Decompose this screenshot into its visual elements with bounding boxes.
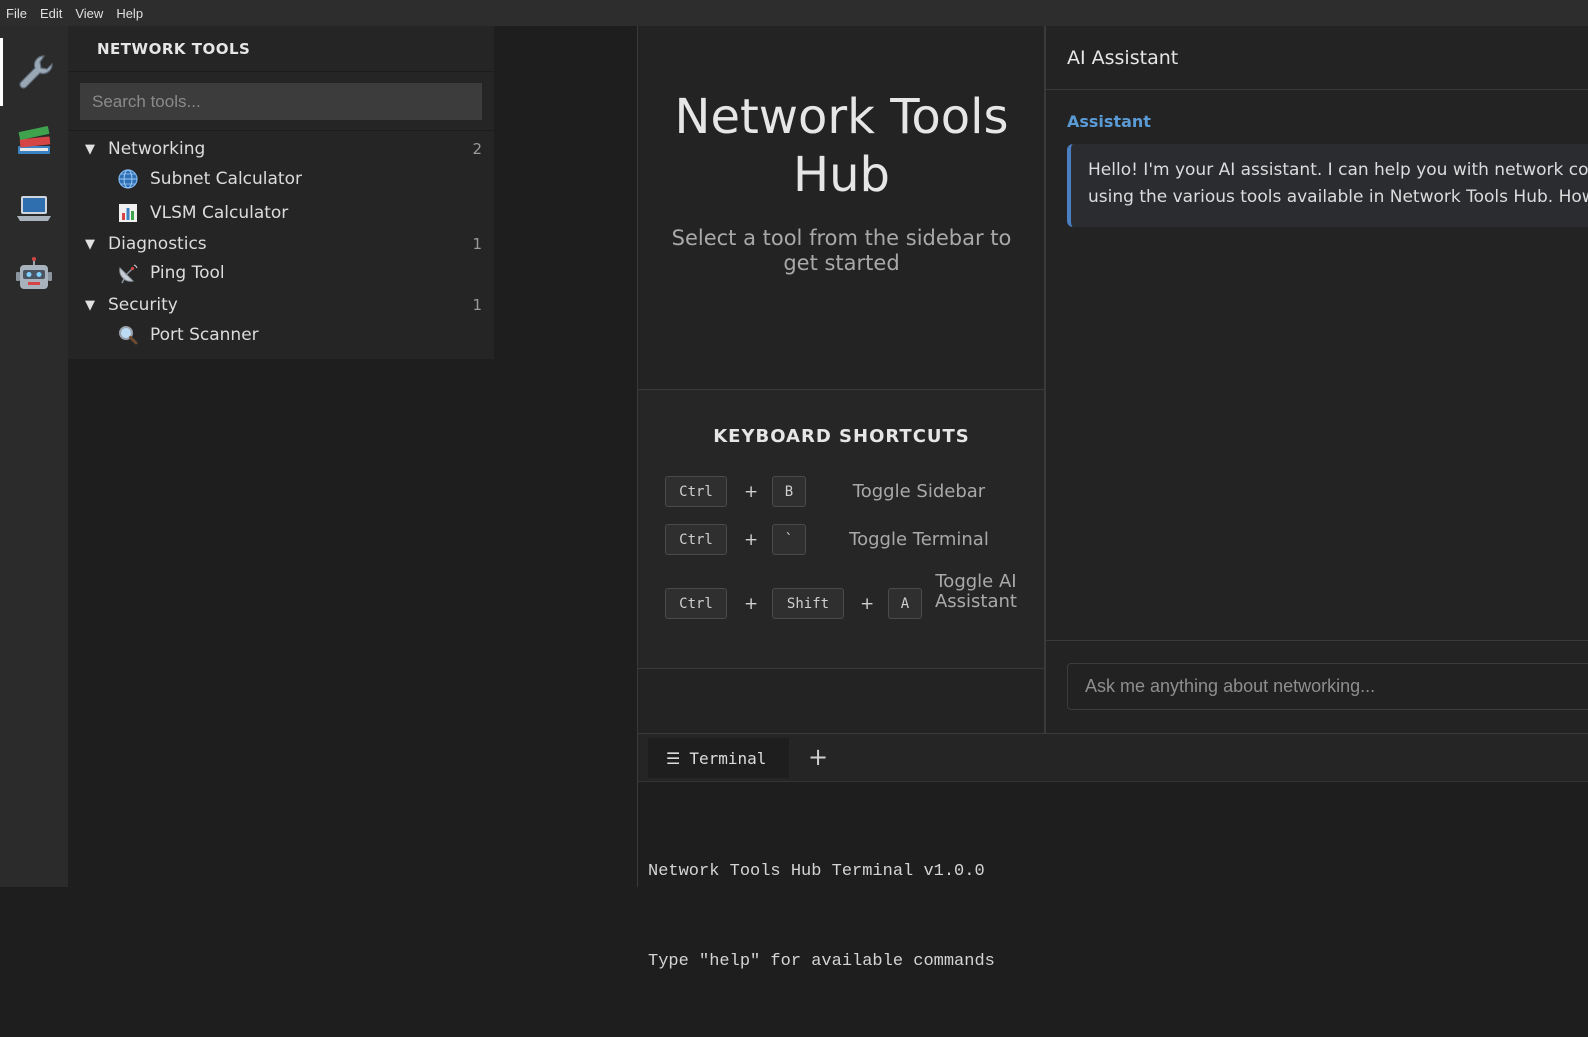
plus-sign: + xyxy=(860,594,875,614)
kbd-shift: Shift xyxy=(772,588,844,619)
globe-icon xyxy=(117,168,139,190)
chevron-down-icon: ▼ xyxy=(85,141,95,157)
activity-tools[interactable] xyxy=(0,38,68,106)
shortcut-label: Toggle Sidebar xyxy=(852,481,986,502)
activity-library[interactable] xyxy=(0,106,68,174)
chevron-down-icon: ▼ xyxy=(85,297,95,313)
robot-icon xyxy=(14,256,54,296)
chevron-down-icon: ▼ xyxy=(85,236,95,252)
wrench-icon xyxy=(16,52,56,92)
tool-label: Ping Tool xyxy=(150,263,225,283)
menu-help[interactable]: Help xyxy=(116,6,143,21)
satellite-antenna-icon xyxy=(117,262,139,284)
message-text-line: using the various tools available in Net… xyxy=(1088,187,1588,207)
menu-view[interactable]: View xyxy=(75,6,103,21)
tool-item-port-scanner[interactable]: Port Scanner xyxy=(68,319,494,351)
category-security[interactable]: ▼ Security 1 xyxy=(68,290,494,320)
add-terminal-button[interactable]: + xyxy=(803,742,833,772)
tool-item-ping-tool[interactable]: Ping Tool xyxy=(68,257,494,289)
category-networking[interactable]: ▼ Networking 2 xyxy=(68,134,494,164)
sidebar: NETWORK TOOLS ▼ Networking 2 Subnet Calc… xyxy=(68,26,494,359)
category-label: Diagnostics xyxy=(108,234,207,254)
category-label: Networking xyxy=(108,139,206,159)
ai-assistant-panel: AI Assistant Assistant Hello! I'm your A… xyxy=(1044,26,1588,733)
kbd-a: A xyxy=(888,588,922,619)
category-count: 1 xyxy=(472,235,482,253)
welcome-title: Network Tools Hub xyxy=(674,89,1009,203)
editor-empty-area xyxy=(637,669,1044,733)
kbd-ctrl: Ctrl xyxy=(665,524,727,555)
shortcuts-title: KEYBOARD SHORTCUTS xyxy=(713,426,970,447)
plus-sign: + xyxy=(744,482,759,502)
activity-terminal[interactable] xyxy=(0,174,68,242)
ai-input-area xyxy=(1046,640,1588,733)
menu-file[interactable]: File xyxy=(6,6,27,21)
keyboard-shortcuts-panel: KEYBOARD SHORTCUTS Ctrl + B Toggle Sideb… xyxy=(637,389,1044,669)
tool-item-vlsm-calculator[interactable]: VLSM Calculator xyxy=(68,197,494,229)
bar-chart-icon xyxy=(117,202,139,224)
welcome-subtitle: Select a tool from the sidebar to get st… xyxy=(671,226,1012,275)
menu-edit[interactable]: Edit xyxy=(40,6,62,21)
kbd-b: B xyxy=(772,476,806,507)
category-count: 2 xyxy=(472,140,482,158)
terminal-panel: ☰ Terminal + Network Tools Hub Terminal … xyxy=(637,733,1588,971)
terminal-line: Network Tools Hub Terminal v1.0.0 xyxy=(648,862,985,881)
plus-sign: + xyxy=(744,530,759,550)
tool-item-subnet-calculator[interactable]: Subnet Calculator xyxy=(68,163,494,195)
books-icon xyxy=(14,120,54,160)
terminal-tab[interactable]: ☰ Terminal xyxy=(648,738,789,778)
tool-label: Subnet Calculator xyxy=(150,169,302,189)
magnifier-icon xyxy=(117,324,139,346)
assistant-message: Hello! I'm your AI assistant. I can help… xyxy=(1067,144,1588,227)
category-diagnostics[interactable]: ▼ Diagnostics 1 xyxy=(68,229,494,259)
plus-sign: + xyxy=(744,594,759,614)
kbd-ctrl: Ctrl xyxy=(665,476,727,507)
terminal-tab-bar: ☰ Terminal + xyxy=(638,733,1588,782)
ai-panel-title: AI Assistant xyxy=(1046,26,1588,90)
category-label: Security xyxy=(108,295,178,315)
ai-chat-input[interactable] xyxy=(1067,663,1588,710)
search-input[interactable] xyxy=(80,83,482,120)
terminal-tab-label: Terminal xyxy=(689,748,767,768)
category-count: 1 xyxy=(472,296,482,314)
hamburger-icon: ☰ xyxy=(666,748,681,768)
tool-label: Port Scanner xyxy=(150,325,259,345)
shortcut-label: Toggle Terminal xyxy=(849,529,989,550)
message-text-line: Hello! I'm your AI assistant. I can help… xyxy=(1088,160,1588,180)
laptop-icon xyxy=(14,188,54,228)
activity-bar xyxy=(0,26,68,887)
menu-bar: File Edit View Help xyxy=(0,0,1588,26)
kbd-backtick: ` xyxy=(772,524,806,555)
activity-ai[interactable] xyxy=(0,242,68,310)
search-container xyxy=(68,72,494,131)
shortcut-label: Toggle AI Assistant xyxy=(934,571,1017,612)
sidebar-title: NETWORK TOOLS xyxy=(68,26,494,72)
welcome-panel: Network Tools Hub Select a tool from the… xyxy=(637,26,1044,389)
message-role: Assistant xyxy=(1067,112,1151,131)
tool-label: VLSM Calculator xyxy=(150,203,289,223)
terminal-output[interactable]: Network Tools Hub Terminal v1.0.0 Type "… xyxy=(638,782,1588,1037)
terminal-line: Type "help" for available commands xyxy=(648,952,995,971)
kbd-ctrl: Ctrl xyxy=(665,588,727,619)
